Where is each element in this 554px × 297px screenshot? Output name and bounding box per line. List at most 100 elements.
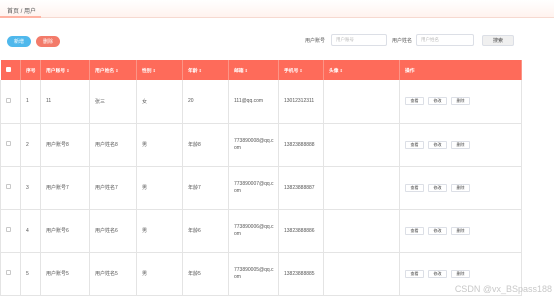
column-header[interactable]: 年龄⇕: [182, 60, 229, 80]
gender-cell: 男: [136, 252, 183, 296]
row-checkbox[interactable]: [6, 97, 11, 103]
sort-icon[interactable]: ⇕: [245, 68, 248, 73]
name-cell: 用户姓名7: [89, 166, 137, 210]
sort-icon[interactable]: ⇕: [66, 68, 69, 73]
name-cell: 张三: [89, 80, 137, 124]
account-cell: 用户账号5: [40, 252, 90, 296]
actions-cell: 查看 修改 删除: [399, 209, 522, 253]
view-button[interactable]: 查看: [405, 183, 424, 192]
column-header: 操作: [399, 60, 522, 80]
column-header[interactable]: 手机号⇕: [278, 60, 324, 80]
age-cell: 年龄5: [182, 252, 229, 296]
select-all-cell[interactable]: [0, 60, 21, 80]
gender-cell: 男: [136, 166, 183, 210]
name-cell: 用户姓名8: [89, 123, 137, 167]
actions-cell: 查看 修改 删除: [399, 123, 522, 167]
email-cell: 111@qq.com: [228, 80, 279, 124]
email-cell: 773890005@qq.com: [228, 252, 279, 296]
email-cell: 773890006@qq.com: [228, 209, 279, 253]
row-checkbox[interactable]: [6, 270, 11, 275]
email-cell: 773890008@qq.com: [228, 123, 279, 167]
column-header[interactable]: 用户账号⇕: [40, 60, 90, 80]
breadcrumb[interactable]: 首页 / 用户: [7, 6, 36, 15]
edit-button[interactable]: 修改: [428, 97, 447, 106]
sort-icon[interactable]: ⇕: [299, 68, 302, 73]
view-button[interactable]: 查看: [405, 97, 424, 106]
table-row: 3 用户账号7 用户姓名7 男年龄7 773890007@qq.com 138238888…: [0, 166, 522, 210]
avatar-cell: [323, 123, 400, 167]
account-cell: 用户账号7: [40, 166, 90, 210]
phone-cell: 13012312311: [278, 80, 324, 124]
table-row: 5 用户账号5 用户姓名5 男年龄5 773890005@qq.com 138238888…: [0, 252, 522, 296]
row-select-cell[interactable]: [0, 166, 21, 210]
column-header[interactable]: 用户姓名⇕: [89, 60, 137, 80]
row-delete-button[interactable]: 删除: [451, 269, 470, 278]
avatar-cell: [323, 166, 400, 210]
delete-button[interactable]: 删除: [36, 36, 60, 47]
phone-cell: 13823888885: [278, 252, 324, 296]
row-select-cell[interactable]: [0, 123, 21, 167]
email-cell: 773890007@qq.com: [228, 166, 279, 210]
edit-button[interactable]: 修改: [428, 226, 447, 235]
avatar-cell: [323, 252, 400, 296]
user-table: 序号 用户账号⇕ 用户姓名⇕ 性别⇕ 年龄⇕ 邮箱⇕ 手机号⇕ 头像⇕ 操作 1…: [0, 60, 522, 296]
avatar-cell: [323, 209, 400, 253]
index-cell: 3: [20, 166, 41, 210]
row-checkbox[interactable]: [6, 141, 11, 146]
sort-icon[interactable]: ⇕: [115, 68, 118, 73]
view-button[interactable]: 查看: [405, 226, 424, 235]
account-cell: 用户账号6: [40, 209, 90, 253]
index-cell: 5: [20, 252, 41, 296]
account-cell: 11: [40, 80, 90, 124]
account-search-label: 用户账号: [305, 38, 326, 44]
row-select-cell[interactable]: [0, 80, 21, 124]
gender-cell: 男: [136, 123, 183, 167]
gender-cell: 女: [136, 80, 183, 124]
index-cell: 1: [20, 80, 41, 124]
avatar-cell: [323, 80, 400, 124]
column-header[interactable]: 头像⇕: [323, 60, 400, 80]
age-cell: 20: [182, 80, 229, 124]
name-search-input[interactable]: 用户姓名: [416, 34, 474, 46]
age-cell: 年龄8: [182, 123, 229, 167]
column-header[interactable]: 性别⇕: [136, 60, 183, 80]
row-delete-button[interactable]: 删除: [451, 226, 470, 235]
table-row: 2 用户账号8 用户姓名8 男年龄8 773890008@qq.com 138238888…: [0, 123, 522, 167]
edit-button[interactable]: 修改: [428, 140, 447, 149]
add-button[interactable]: 新增: [7, 36, 31, 47]
name-cell: 用户姓名6: [89, 209, 137, 253]
row-select-cell[interactable]: [0, 252, 21, 296]
row-select-cell[interactable]: [0, 209, 21, 253]
index-cell: 4: [20, 209, 41, 253]
search-button[interactable]: 搜索: [482, 35, 514, 46]
edit-button[interactable]: 修改: [428, 269, 447, 278]
index-cell: 2: [20, 123, 41, 167]
view-button[interactable]: 查看: [405, 269, 424, 278]
select-all-checkbox[interactable]: [5, 66, 11, 72]
row-delete-button[interactable]: 删除: [451, 140, 470, 149]
view-button[interactable]: 查看: [405, 140, 424, 149]
row-checkbox[interactable]: [6, 184, 11, 189]
row-checkbox[interactable]: [6, 227, 11, 232]
row-delete-button[interactable]: 删除: [451, 97, 470, 106]
edit-button[interactable]: 修改: [428, 183, 447, 192]
name-cell: 用户姓名5: [89, 252, 137, 296]
phone-cell: 13823888887: [278, 166, 324, 210]
sort-icon[interactable]: ⇕: [153, 68, 156, 73]
phone-cell: 13823888888: [278, 123, 324, 167]
name-search-label: 用户姓名: [392, 38, 413, 44]
age-cell: 年龄7: [182, 166, 229, 210]
table-row: 1 11 张三女 20 111@qq.com 13012312311 查看 修改 删除: [0, 80, 522, 124]
watermark: CSDN @vx_BSpass188: [454, 284, 552, 294]
row-delete-button[interactable]: 删除: [451, 183, 470, 192]
gender-cell: 男: [136, 209, 183, 253]
sort-icon[interactable]: ⇕: [340, 68, 343, 73]
table-header: 序号 用户账号⇕ 用户姓名⇕ 性别⇕ 年龄⇕ 邮箱⇕ 手机号⇕ 头像⇕ 操作: [0, 60, 522, 80]
sort-icon[interactable]: ⇕: [199, 68, 202, 73]
account-search-input[interactable]: 用户账号: [331, 34, 387, 46]
column-header: 序号: [20, 60, 41, 80]
column-header[interactable]: 邮箱⇕: [228, 60, 279, 80]
age-cell: 年龄6: [182, 209, 229, 253]
account-cell: 用户账号8: [40, 123, 90, 167]
actions-cell: 查看 修改 删除: [399, 166, 522, 210]
